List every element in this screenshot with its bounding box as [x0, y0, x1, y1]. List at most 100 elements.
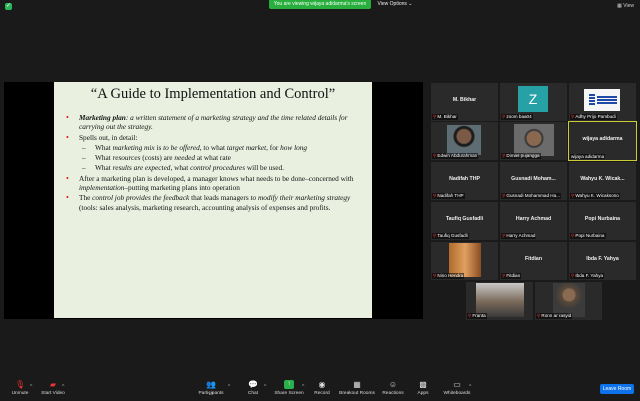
presentation-slide: “A Guide to Implementation and Control” … [54, 82, 372, 318]
slide-title: “A Guide to Implementation and Control” [90, 86, 336, 102]
t: will be used. [245, 163, 284, 173]
t: is [154, 142, 164, 152]
participant-label: ⚲M. Bikhar [432, 114, 458, 120]
participant-tile[interactable]: ⚲Dimas pujangga [500, 122, 567, 160]
participant-label: ⚲Harry Achmad [501, 233, 537, 239]
t: implementation [79, 183, 125, 193]
label: Reactions [382, 391, 404, 396]
participant-name: Gusnadi Moham... [511, 176, 556, 182]
bullet-control: The control job provides the feedback th… [66, 193, 362, 212]
participant-tile[interactable]: ⚲Adhy Prijo Pambudi [569, 83, 636, 121]
label-text: Wahyu K. Wicaksono [575, 193, 619, 198]
view-options-label: View Options [377, 1, 407, 7]
t: control job provides the feedback [92, 193, 190, 203]
participant-name: Nadifah THP [449, 176, 480, 182]
caret-up-icon[interactable]: ^ [264, 384, 266, 390]
whiteboard-icon: ▭ [453, 380, 461, 389]
t: –putting marketing plans into operation [124, 183, 240, 193]
participants-button[interactable]: 👥17 Participants [191, 380, 231, 396]
shield-icon[interactable]: ✓ [5, 3, 12, 10]
label-text: Ronn ar rasyid [541, 313, 572, 318]
term: Marketing plan [79, 113, 126, 122]
caret-up-icon[interactable]: ^ [30, 384, 32, 390]
participant-tile[interactable]: ⚲Franta [466, 282, 533, 320]
participant-name: Taufiq Gusfadli [445, 216, 484, 222]
muted-mic-icon: ⚲ [502, 153, 506, 158]
t: at what rate [195, 153, 231, 163]
chat-button[interactable]: 💬 Chat [233, 380, 273, 396]
participant-name: Ibda F. Yahya [586, 256, 619, 262]
video-feed [553, 283, 585, 317]
caret-up-icon[interactable]: ^ [469, 384, 471, 390]
caret-up-icon[interactable]: ^ [62, 384, 64, 390]
participant-tile[interactable]: Nadifah THP ⚲Nadifah THP [431, 162, 498, 200]
t: What [95, 153, 113, 163]
participant-tile[interactable]: Ibda F. Yahya ⚲Ibda F. Yahya [569, 242, 636, 280]
participant-tile[interactable]: Popi Nurbaina ⚲Popi Nurbaina [569, 202, 636, 240]
t: needed [174, 153, 195, 163]
participant-label: ⚲zoom baa04 [501, 114, 533, 120]
participant-label: ⚲Nino Hendra [432, 273, 465, 279]
bullet-marketing-plan: Marketing plan: a written statement of a… [66, 113, 362, 132]
label-text: Nadifah THP [437, 193, 464, 198]
participant-name: Popi Nurbaina [584, 216, 621, 222]
participant-tile[interactable]: Gusnadi Moham... ⚲Gusnadi Mohammad Ha... [500, 162, 567, 200]
label: Record [314, 391, 330, 396]
top-bar: ✓ You are viewing wijaya adidarma's scre… [0, 0, 640, 12]
avatar: Z [518, 86, 548, 112]
participant-name: M. Bikhar [452, 97, 477, 103]
view-options-button[interactable]: View Options ⌄ [372, 0, 418, 9]
muted-mic-icon: ⚲ [433, 193, 437, 198]
viewing-screen-banner: You are viewing wijaya adidarma's screen [269, 0, 371, 9]
muted-mic-icon: ⚲ [571, 273, 575, 278]
leave-room-button[interactable]: Leave Room [600, 384, 634, 394]
meeting-toolbar: 🎙 Unmute ^ ▰ Start Video ^ 👥17 Participants… [0, 378, 640, 400]
t: After a marketing plan is developed, a m… [79, 173, 354, 183]
label: Start Video [41, 391, 65, 396]
participant-label: ⚲Popi Nurbaina [570, 233, 606, 239]
participant-label: ⚲Adhy Prijo Pambudi [570, 114, 617, 120]
muted-mic-icon: ⚲ [537, 313, 541, 318]
label-text: Dimas pujangga [506, 153, 540, 158]
participant-tile[interactable]: Harry Achmad ⚲Harry Achmad [500, 202, 567, 240]
muted-mic-icon: ⚲ [433, 153, 437, 158]
view-label: View [623, 3, 634, 9]
breakout-rooms-button[interactable]: ▦ Breakout Rooms [338, 380, 376, 396]
participant-tile[interactable]: Wahyu K. Wicak... ⚲Wahyu K. Wicaksono [569, 162, 636, 200]
sub-bullet-resources: What resources (costs) are needed at wha… [66, 153, 362, 163]
label-text: Taufiq Gusfadli [437, 233, 468, 238]
label-text: Gusnadi Mohammad Ha... [506, 193, 560, 198]
caret-up-icon[interactable]: ^ [228, 384, 230, 390]
participant-tile[interactable]: ⚲Nino Hendra [431, 242, 498, 280]
record-icon: ◉ [318, 380, 326, 389]
record-button[interactable]: ◉ Record [302, 380, 342, 396]
participant-tile[interactable]: ⚲Edwin Abdurahman [431, 122, 498, 160]
label: Chat [247, 391, 259, 396]
t: What [95, 163, 113, 173]
participant-tile[interactable]: Z ⚲zoom baa04 [500, 83, 567, 121]
video-off-icon: ▰ [49, 380, 57, 389]
t: marketing mix [112, 142, 155, 152]
slide-bullets: Marketing plan: a written statement of a… [66, 113, 362, 213]
muted-mic-icon: ⚲ [502, 273, 506, 278]
apps-icon: ▩ [419, 380, 427, 389]
participant-tile[interactable]: Fitdian ⚲Fitdian [500, 242, 567, 280]
participant-tile[interactable]: Taufiq Gusfadli ⚲Taufiq Gusfadli [431, 202, 498, 240]
muted-mic-icon: ⚲ [433, 273, 437, 278]
t: to be offered [163, 142, 200, 152]
company-logo [584, 89, 620, 111]
label-text: Harry Achmad [506, 233, 536, 238]
participant-tile[interactable]: M. Bikhar ⚲M. Bikhar [431, 83, 498, 121]
muted-mic-icon: ⚲ [571, 114, 575, 119]
active-speaker-tile[interactable]: wijaya adidarma wijaya adidarma [568, 121, 637, 161]
muted-mic-icon: ⚲ [502, 193, 506, 198]
t: how long [280, 142, 308, 152]
label-text: Edwin Abdurahman [437, 153, 478, 158]
muted-mic-icon: ⚲ [502, 114, 506, 119]
bullet-spells-out: Spells out, in detail: [66, 133, 362, 143]
participant-tile[interactable]: ⚲Ronn ar rasyid [535, 282, 602, 320]
start-video-button[interactable]: ▰ Start Video [33, 380, 73, 396]
share-screen-icon: ↑ [284, 380, 294, 389]
view-button[interactable]: ▦ View [617, 3, 634, 9]
t: What [95, 142, 113, 152]
